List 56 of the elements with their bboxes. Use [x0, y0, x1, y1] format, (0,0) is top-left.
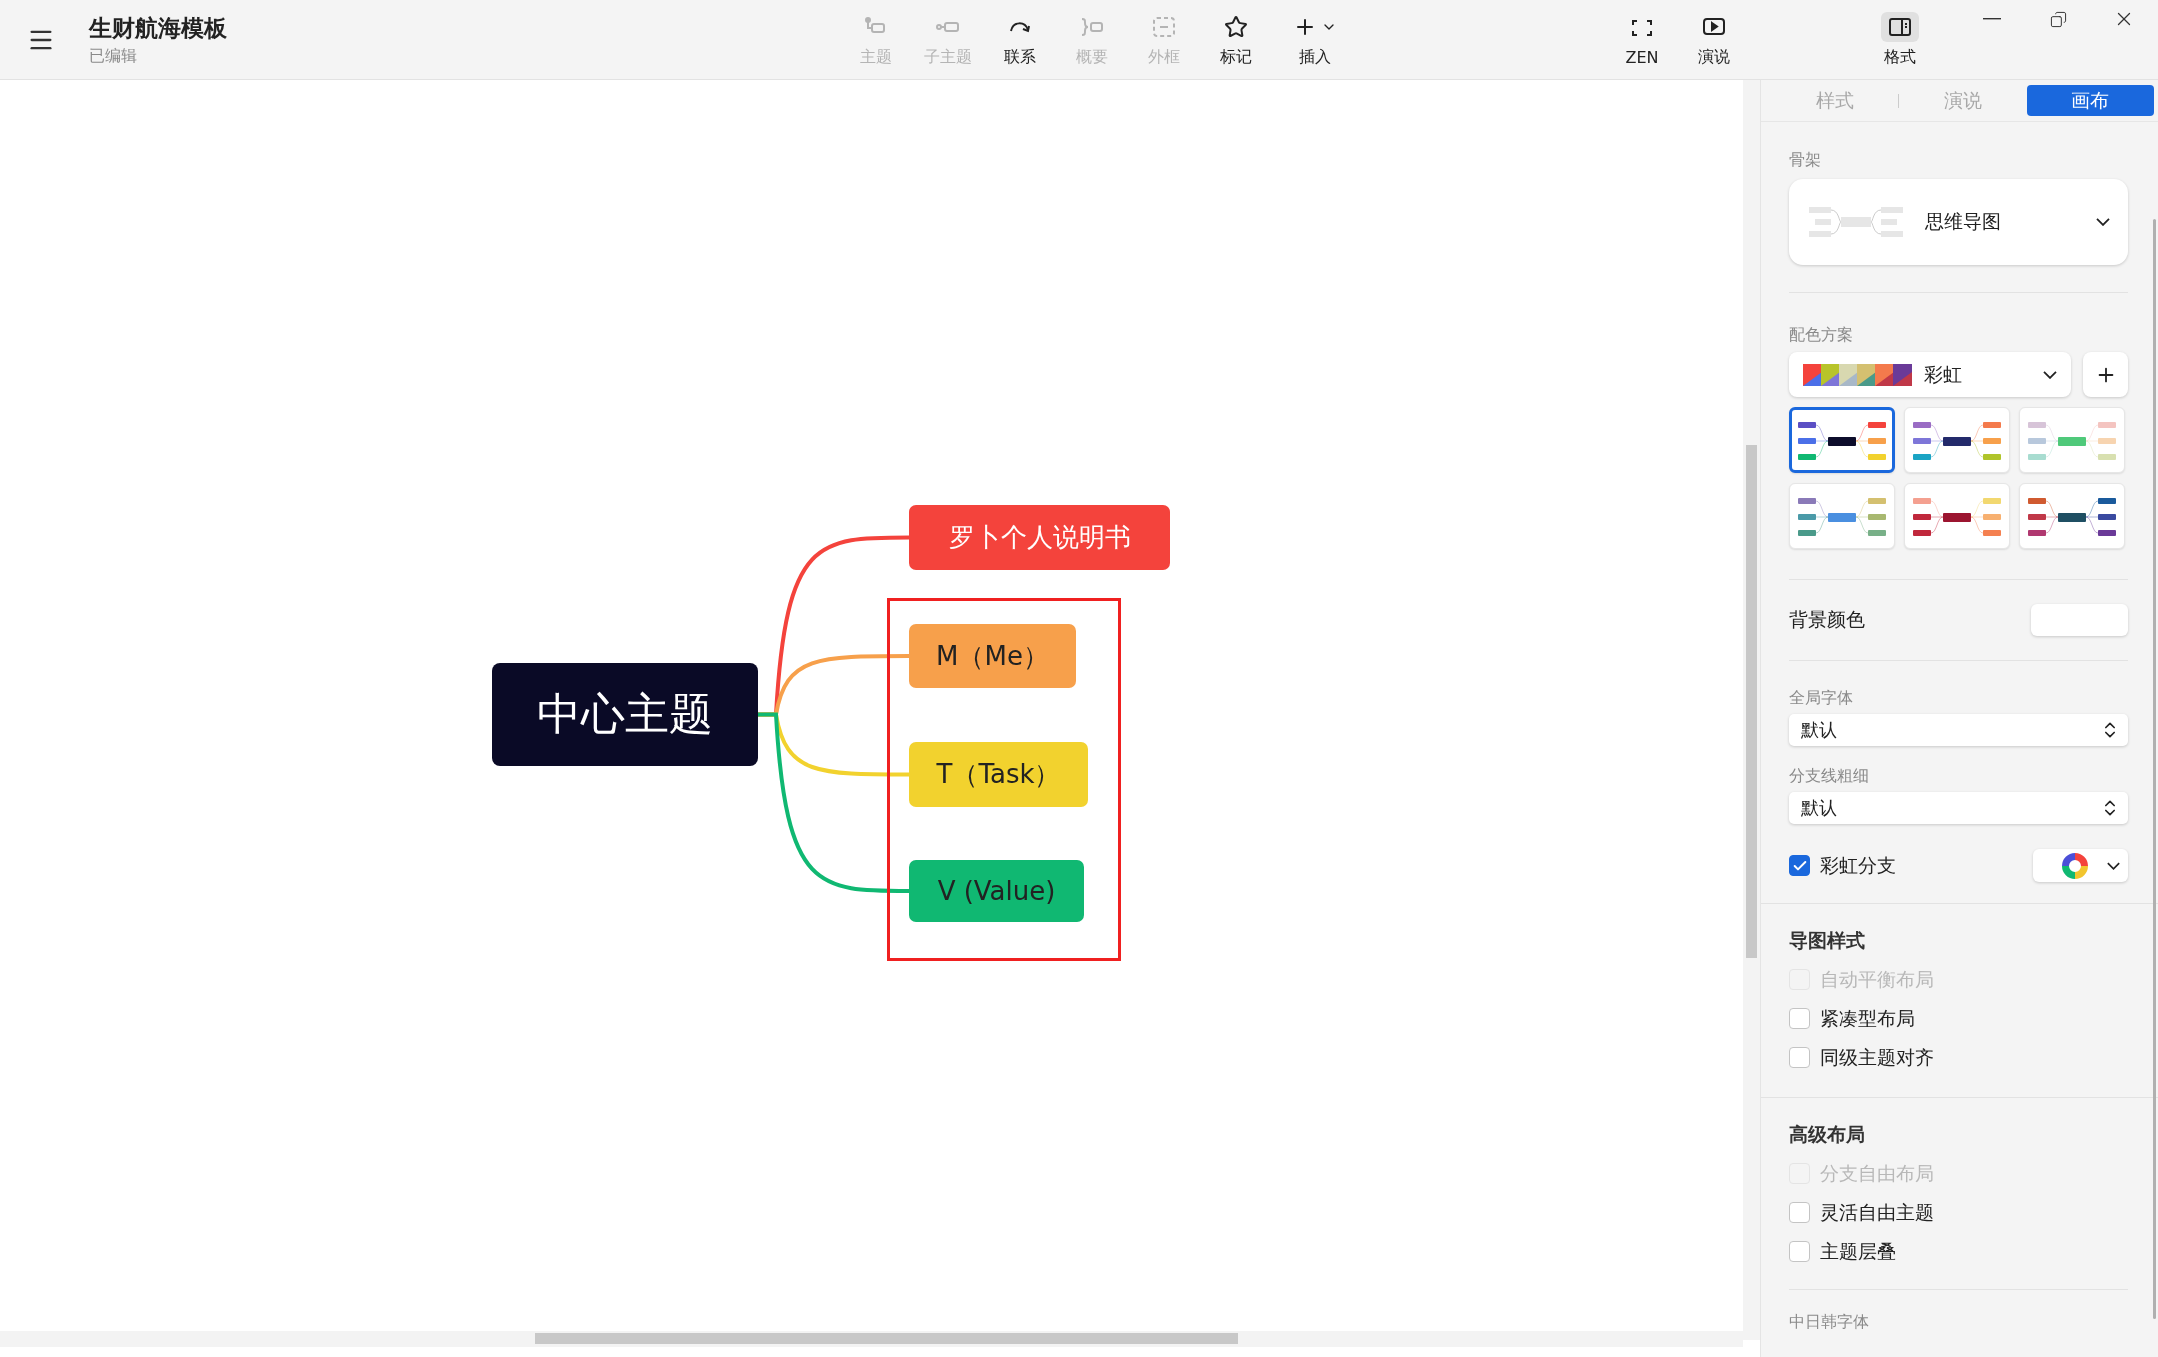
boundary-icon: [1151, 15, 1177, 38]
play-screen-icon: [1701, 15, 1727, 38]
checkbox[interactable]: [1789, 1047, 1810, 1068]
section-label: 配色方案: [1789, 325, 1854, 346]
branch-color-dropdown[interactable]: [2033, 849, 2128, 882]
color-swatch[interactable]: [2031, 604, 2128, 636]
mind-map-layout-icon: [1809, 207, 1903, 237]
palette-strip-icon: [1803, 363, 1912, 386]
font-select[interactable]: 默认: [1789, 714, 2128, 746]
checkbox-option[interactable]: 灵活自由主题: [1789, 1193, 2128, 1232]
checkbox-option[interactable]: 紧凑型布局: [1789, 999, 2128, 1038]
toolbar-button[interactable]: 插入: [1272, 0, 1358, 79]
toolbar-button[interactable]: 联系: [984, 0, 1056, 79]
checkbox[interactable]: [1789, 1241, 1810, 1262]
section-label: 分支线粗细: [1789, 766, 1870, 787]
color-wheel-icon: [2061, 851, 2089, 880]
checkbox-option[interactable]: 彩虹分支: [1789, 846, 1896, 885]
topic-node[interactable]: 罗卜个人说明书: [909, 505, 1170, 570]
section-label: 骨架: [1789, 150, 1822, 171]
star-icon: [1224, 14, 1248, 39]
panel-tab[interactable]: 画布: [2026, 85, 2154, 116]
section-heading: 高级布局: [1789, 1122, 1866, 1147]
toolbar-button[interactable]: 演说: [1678, 0, 1750, 79]
scrollbar-thumb[interactable]: [2153, 219, 2156, 1319]
checkbox[interactable]: [1789, 1202, 1810, 1223]
background-color-label: 背景颜色: [1789, 607, 1865, 632]
scrollbar-thumb[interactable]: [535, 1333, 1238, 1344]
edit-status: 已编辑: [89, 45, 138, 67]
topic-node[interactable]: V (Value): [909, 860, 1084, 922]
topic-node[interactable]: T（Task）: [909, 742, 1088, 807]
chevron-down-icon: [2043, 370, 2057, 379]
section-heading: 导图样式: [1789, 928, 1866, 953]
minimize-icon: [1983, 18, 2001, 20]
summary-icon: [1079, 15, 1105, 38]
chevron-down-icon: [2096, 218, 2110, 226]
add-button[interactable]: [2083, 352, 2128, 397]
chevron-down-icon: [2107, 861, 2120, 870]
section-label: 全局字体: [1789, 688, 1854, 709]
checkbox[interactable]: [1789, 855, 1810, 876]
line-width-select[interactable]: 默认: [1789, 792, 2128, 824]
restore-icon: [2049, 10, 2067, 28]
checkbox-option[interactable]: 同级主题对齐: [1789, 1038, 2128, 1077]
section-label: 中日韩字体: [1789, 1312, 1870, 1333]
toolbar-button[interactable]: ZEN: [1606, 0, 1678, 79]
central-topic[interactable]: 中心主题: [492, 663, 758, 766]
checkbox-option[interactable]: 主题层叠: [1789, 1232, 2128, 1271]
toolbar-button[interactable]: 标记: [1200, 0, 1272, 79]
topic-node[interactable]: M（Me）: [909, 624, 1076, 688]
skeleton-dropdown[interactable]: 思维导图: [1789, 179, 2128, 265]
color-scheme-dropdown[interactable]: 彩虹: [1789, 352, 2071, 397]
checkbox[interactable]: [1789, 1008, 1810, 1029]
side-panel-icon: [1887, 15, 1913, 38]
scrollbar-thumb[interactable]: [1746, 445, 1757, 958]
boundary-frame[interactable]: [887, 598, 1121, 961]
document-title: 生财航海模板: [89, 13, 227, 43]
format-button[interactable]: 格式: [1864, 0, 1936, 79]
